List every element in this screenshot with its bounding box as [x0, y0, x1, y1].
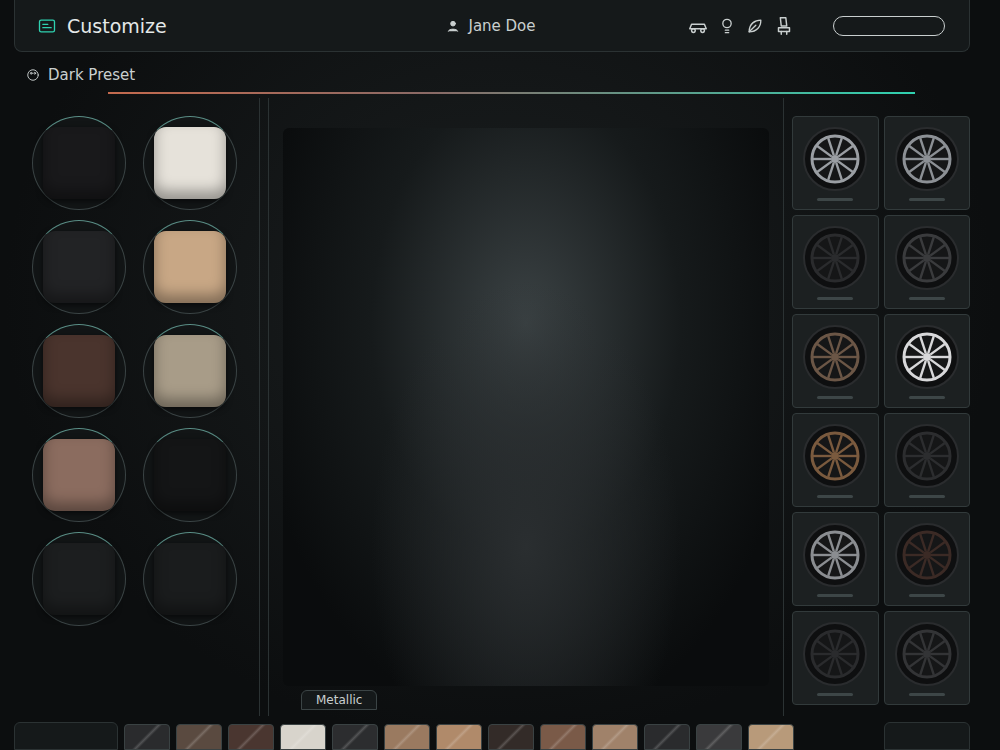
wheel-option[interactable] [792, 413, 879, 507]
wheel-caption [909, 594, 945, 597]
user-name[interactable]: Jane Doe [446, 17, 535, 35]
wheel-icon [894, 423, 960, 489]
strip-thumbnail[interactable] [280, 724, 326, 750]
bulb-icon [717, 16, 737, 36]
wheel-caption [817, 693, 853, 696]
wheel-option[interactable] [792, 611, 879, 705]
wheel-option[interactable] [884, 413, 971, 507]
wheel-icon [894, 126, 960, 192]
brand: Customize [37, 15, 446, 37]
material-swatch[interactable] [143, 324, 237, 418]
preset-label[interactable]: Dark Preset [26, 66, 970, 84]
material-panel [14, 98, 260, 716]
wheel-caption [909, 297, 945, 300]
material-swatch[interactable] [32, 116, 126, 210]
strip-thumbnail[interactable] [332, 724, 378, 750]
strip-thumbnail[interactable] [592, 724, 638, 750]
strip-end [884, 722, 970, 750]
strip-thumbnail[interactable] [540, 724, 586, 750]
accent-line [108, 92, 915, 94]
wheel-option[interactable] [792, 512, 879, 606]
customizer-page: Customize Jane Doe Dark Preset Metallic [0, 0, 1000, 750]
wheel-option[interactable] [884, 215, 971, 309]
wheel-caption [909, 693, 945, 696]
customize-icon [37, 16, 57, 36]
wheel-option[interactable] [884, 611, 971, 705]
wheel-icon [802, 225, 868, 291]
wheel-option[interactable] [884, 512, 971, 606]
car-render[interactable] [283, 128, 769, 686]
wheel-caption [817, 396, 853, 399]
toolbar [536, 15, 945, 37]
wheel-icon [894, 522, 960, 588]
strip-thumbnail[interactable] [384, 724, 430, 750]
strip-thumbnail[interactable] [488, 724, 534, 750]
material-swatch[interactable] [143, 116, 237, 210]
palette-icon [26, 68, 40, 82]
wheel-option[interactable] [792, 116, 879, 210]
finish-label[interactable]: Metallic [301, 690, 377, 710]
material-swatch[interactable] [143, 532, 237, 626]
seat-icon [773, 15, 795, 37]
user-icon [446, 19, 460, 33]
wheel-icon [894, 225, 960, 291]
wheel-option[interactable] [792, 314, 879, 408]
material-swatch[interactable] [143, 220, 237, 314]
strip-thumbnail[interactable] [176, 724, 222, 750]
wheel-caption [909, 198, 945, 201]
strip-thumbnail[interactable] [436, 724, 482, 750]
car-viewport: Metallic [268, 98, 784, 716]
swatch-fill [154, 439, 226, 511]
wheel-caption [817, 198, 853, 201]
header-bar: Customize Jane Doe [14, 0, 970, 52]
preset-row: Dark Preset [14, 52, 970, 94]
thumbnail-strip [14, 716, 970, 750]
wheel-caption [817, 297, 853, 300]
strip-thumbnail[interactable] [124, 724, 170, 750]
material-swatch[interactable] [32, 324, 126, 418]
swatch-fill [43, 335, 115, 407]
swatch-fill [154, 335, 226, 407]
strip-thumbnail[interactable] [696, 724, 742, 750]
wheel-option[interactable] [884, 116, 971, 210]
leaf-icon [745, 16, 765, 36]
wheel-icon [894, 324, 960, 390]
car-icon [687, 15, 709, 37]
wheel-caption [909, 495, 945, 498]
wheel-option[interactable] [792, 215, 879, 309]
wheel-caption [817, 594, 853, 597]
wheel-icon [802, 621, 868, 687]
swatch-fill [43, 127, 115, 199]
wheel-caption [817, 495, 853, 498]
strip-thumbnail[interactable] [644, 724, 690, 750]
swatch-fill [43, 439, 115, 511]
swatch-fill [43, 543, 115, 615]
wheel-icon [802, 423, 868, 489]
swatch-fill [154, 127, 226, 199]
strip-thumbnail[interactable] [228, 724, 274, 750]
action-button[interactable] [833, 16, 945, 36]
material-swatch[interactable] [32, 428, 126, 522]
swatch-fill [154, 231, 226, 303]
swatch-fill [154, 543, 226, 615]
wheel-icon [802, 324, 868, 390]
wheel-panel [792, 98, 970, 716]
swatch-fill [43, 231, 115, 303]
wheel-option[interactable] [884, 314, 971, 408]
page-title: Customize [67, 15, 167, 37]
finish-row: Metallic [269, 686, 783, 716]
strip-thumbnail[interactable] [748, 724, 794, 750]
wheel-icon [894, 621, 960, 687]
wheel-icon [802, 522, 868, 588]
material-swatch[interactable] [32, 220, 126, 314]
strip-start [14, 722, 118, 750]
wheel-icon [802, 126, 868, 192]
material-swatch[interactable] [32, 532, 126, 626]
wheel-caption [909, 396, 945, 399]
material-swatch[interactable] [143, 428, 237, 522]
main-area: Metallic [14, 94, 970, 716]
